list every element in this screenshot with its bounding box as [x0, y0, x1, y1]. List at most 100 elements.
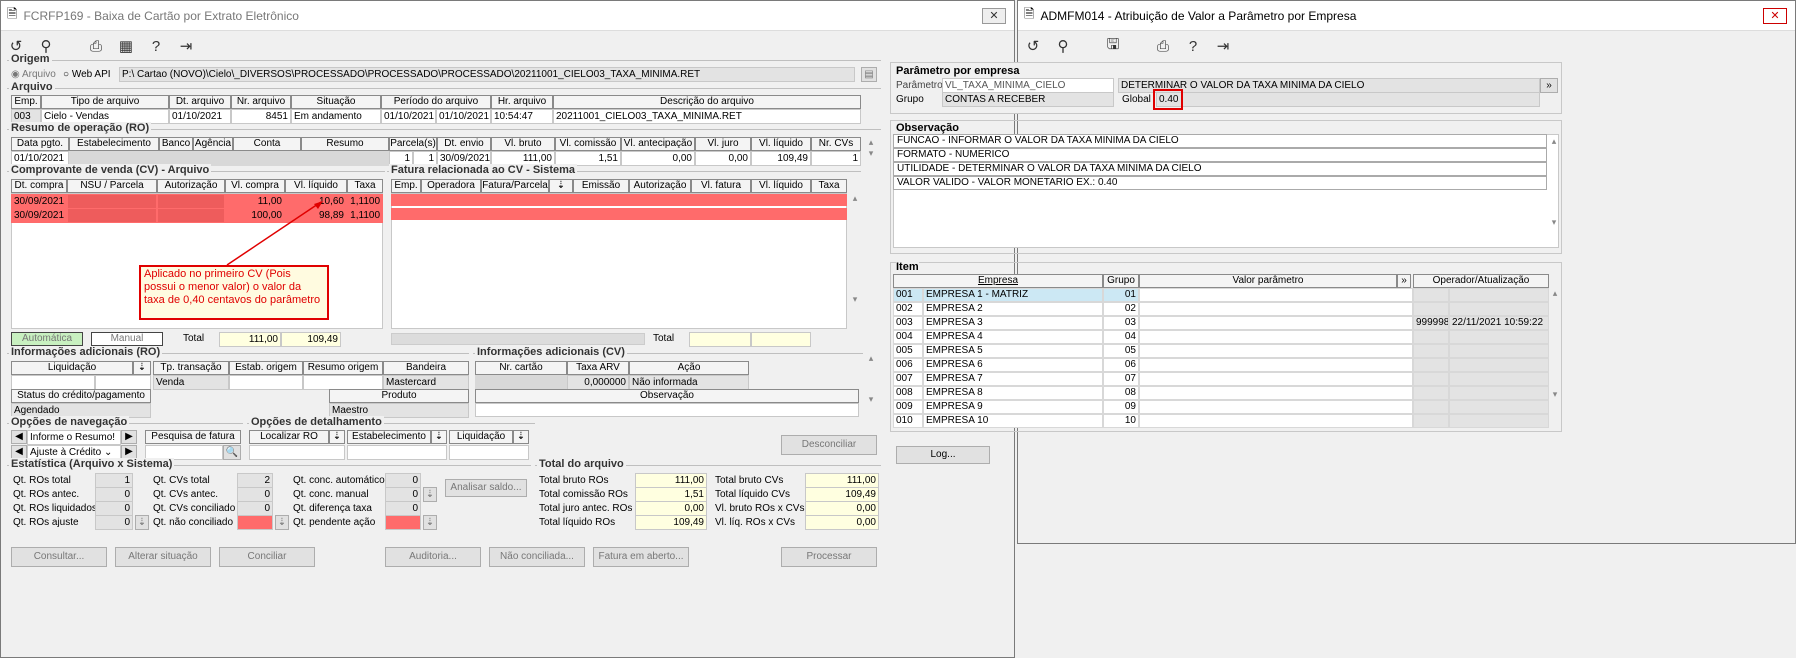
parametro-more-button[interactable]: » — [1540, 78, 1558, 93]
fatura-scrollbar[interactable]: ▴ ▾ — [849, 193, 861, 329]
cv-row-2-aut[interactable] — [157, 208, 225, 223]
help-icon[interactable]: ? — [1184, 38, 1202, 55]
cv-row-1-taxa[interactable]: 1,1100 — [347, 194, 383, 209]
item-atualizacao — [1449, 386, 1549, 400]
item-valor[interactable] — [1139, 386, 1413, 400]
item-valor[interactable] — [1139, 400, 1413, 414]
next-resumo-button[interactable]: ▶ — [121, 430, 137, 444]
col-dt-envio: Dt. envio — [437, 137, 491, 151]
estabelecimento-input[interactable] — [347, 445, 447, 460]
automatica-button[interactable]: Automática — [11, 332, 83, 346]
search-icon[interactable]: ⚲ — [1054, 37, 1072, 55]
qt-cvs-conciliado-label: Qt. CVs conciliado — [153, 503, 236, 514]
item-scrollbar[interactable]: ▴ ▾ — [1549, 288, 1561, 428]
estab-origem-value — [229, 375, 303, 390]
prev-ajuste-button[interactable]: ◀ — [11, 445, 27, 459]
prev-resumo-button[interactable]: ◀ — [11, 430, 27, 444]
fatura-hscrollbar[interactable] — [391, 333, 645, 345]
cv-row-2-taxa[interactable]: 1,1100 — [347, 208, 383, 223]
calendar-icon[interactable]: ▦ — [117, 37, 135, 55]
item-valor[interactable] — [1139, 414, 1413, 428]
help-icon[interactable]: ? — [147, 38, 165, 55]
cv-row-1-vl-liquido[interactable]: 10,60 — [285, 194, 347, 209]
conciliar-button[interactable]: Conciliar — [219, 547, 315, 567]
liquidacao-button[interactable]: Liquidação — [449, 430, 513, 444]
info-scrollbar[interactable]: ▴ ▾ — [865, 353, 877, 413]
localizar-ro-expand[interactable]: ⇣ — [329, 430, 345, 444]
exit-icon[interactable]: ⇥ — [177, 37, 195, 55]
refresh-icon[interactable]: ↺ — [1024, 37, 1042, 55]
observacao-scrollbar[interactable]: ▴ ▾ — [1548, 136, 1560, 246]
localizar-ro-input[interactable] — [249, 445, 345, 460]
nao-conciliada-button[interactable]: Não conciliada... — [489, 547, 585, 567]
auditoria-button[interactable]: Auditoria... — [385, 547, 481, 567]
cv-row-1-nsu[interactable] — [67, 194, 157, 209]
alterar-situacao-button[interactable]: Alterar situação — [115, 547, 211, 567]
localizar-ro-button[interactable]: Localizar RO — [249, 430, 329, 444]
cv-row-2-nsu[interactable] — [67, 208, 157, 223]
processar-button[interactable]: Processar — [781, 547, 877, 567]
bandeira-value: Mastercard — [383, 375, 469, 390]
print-icon[interactable]: ⎙ — [1154, 38, 1172, 55]
estabelecimento-button[interactable]: Estabelecimento — [347, 430, 431, 444]
qt-ros-ajuste-expand[interactable]: ⇣ — [135, 515, 149, 530]
arquivo-radio[interactable]: ◉ Arquivo — [11, 69, 56, 80]
col-vl-comissao: Vl. comissão — [555, 137, 621, 151]
log-button[interactable]: Log... — [896, 446, 990, 464]
global-value[interactable]: 0.40 — [1156, 92, 1540, 107]
desconciliar-button[interactable]: Desconciliar — [781, 435, 877, 455]
cv-row-2-dt[interactable]: 30/09/2021 — [11, 208, 67, 223]
qt-conc-manual-expand[interactable]: ⇣ — [423, 487, 437, 502]
file-path-field[interactable]: P:\ Cartao (NOVO)\Cielo\_DIVERSOS\PROCES… — [119, 67, 855, 82]
qt-conc-automatico-value: 0 — [385, 473, 421, 488]
item-valor[interactable] — [1139, 330, 1413, 344]
item-valor[interactable] — [1139, 288, 1413, 302]
col-more[interactable]: » — [1397, 274, 1411, 288]
parametro-field[interactable]: VL_TAXA_MINIMA_CIELO — [942, 78, 1114, 93]
item-atualizacao — [1449, 372, 1549, 386]
save-icon[interactable]: 🖫 — [1104, 34, 1122, 59]
item-valor[interactable] — [1139, 344, 1413, 358]
qt-pendente-acao-value — [385, 515, 421, 530]
next-ajuste-button[interactable]: ▶ — [121, 445, 137, 459]
close-button[interactable]: ✕ — [982, 8, 1006, 24]
close-button-2[interactable]: ✕ — [1763, 8, 1787, 24]
browse-button[interactable]: ▤ — [861, 67, 877, 82]
webapi-radio[interactable]: ○ Web API — [63, 69, 111, 80]
total-liquido-cvs-label: Total líquido CVs — [715, 489, 791, 500]
qt-nao-conciliado-expand[interactable]: ⇣ — [275, 515, 289, 530]
item-valor[interactable] — [1139, 302, 1413, 316]
liquidacao-input[interactable] — [449, 445, 529, 460]
qt-cvs-total-value: 2 — [237, 473, 273, 488]
webapi-radio-label: Web API — [71, 69, 111, 80]
cv-row-1-vl-compra[interactable]: 11,00 — [225, 194, 285, 209]
cv-row-2-vl-liquido[interactable]: 98,89 — [285, 208, 347, 223]
document-icon: 🗎 — [7, 5, 18, 21]
pesquisa-fatura-search-icon[interactable]: 🔍 — [223, 445, 241, 460]
col-fat-expand[interactable]: ⇣ — [549, 179, 573, 193]
fatura-row-1[interactable] — [391, 194, 847, 206]
cv-row-2-vl-compra[interactable]: 100,00 — [225, 208, 285, 223]
item-valor[interactable] — [1139, 358, 1413, 372]
manual-button[interactable]: Manual — [91, 332, 163, 346]
liquidacao-expand[interactable]: ⇣ — [513, 430, 529, 444]
title-bar: 🗎 FCRFP169 - Baixa de Cartão por Extrato… — [1, 1, 1014, 31]
analisar-saldo-button[interactable]: Analisar saldo... — [445, 479, 527, 497]
cv-row-1-dt[interactable]: 30/09/2021 — [11, 194, 67, 209]
print-icon[interactable]: ⎙ — [87, 38, 105, 55]
qt-pendente-acao-expand[interactable]: ⇣ — [423, 515, 437, 530]
item-valor[interactable] — [1139, 372, 1413, 386]
cv-row-1-aut[interactable] — [157, 194, 225, 209]
consultar-button[interactable]: Consultar... — [11, 547, 107, 567]
ro-scrollbar[interactable]: ▴ ▾ — [865, 137, 877, 165]
item-operador — [1413, 414, 1449, 428]
resumo-select[interactable]: Informe o Resumo! — [27, 430, 121, 445]
col-liq-expand[interactable]: ⇣ — [133, 361, 151, 375]
item-atualizacao — [1449, 358, 1549, 372]
fatura-em-aberto-button[interactable]: Fatura em aberto... — [593, 547, 689, 567]
ro-vl-antecipacao: 0,00 — [621, 151, 695, 166]
fatura-row-2[interactable] — [391, 208, 847, 220]
exit-icon[interactable]: ⇥ — [1214, 37, 1232, 55]
item-valor[interactable] — [1139, 316, 1413, 330]
estabelecimento-expand[interactable]: ⇣ — [431, 430, 447, 444]
